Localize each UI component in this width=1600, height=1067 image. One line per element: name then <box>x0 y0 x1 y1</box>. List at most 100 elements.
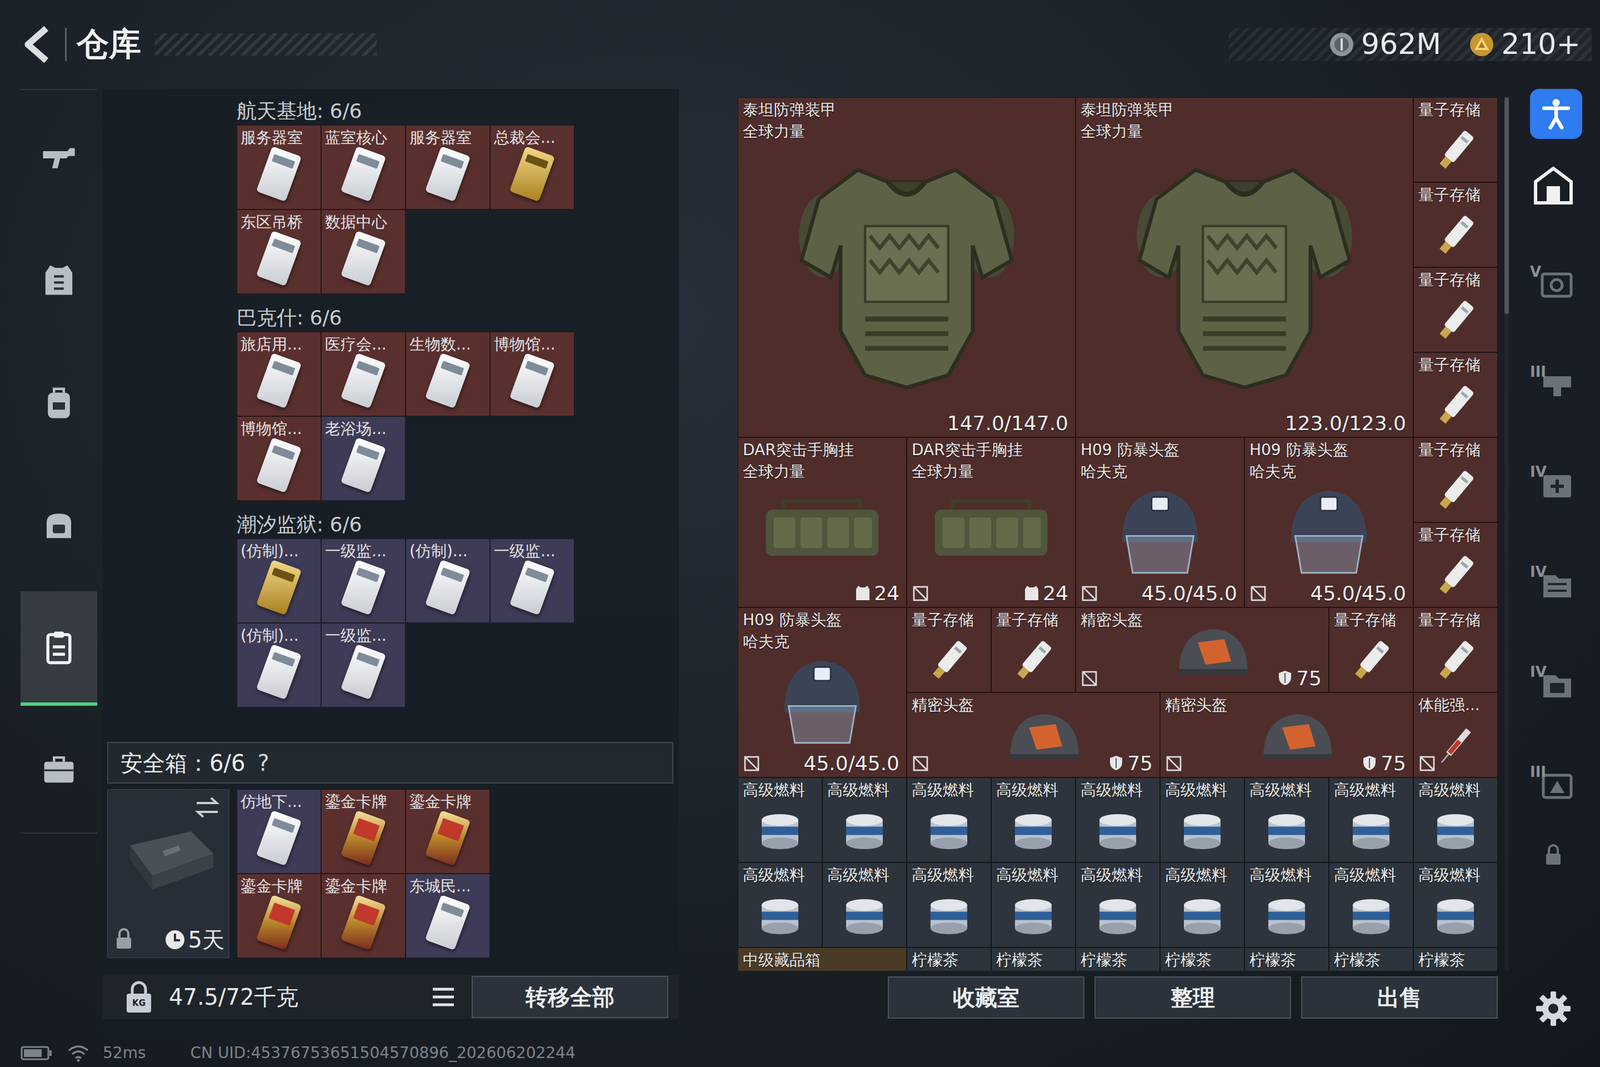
nav-item[interactable] <box>20 224 98 339</box>
stash-item[interactable]: 柠檬茶 <box>1413 947 1498 971</box>
stash-item[interactable]: 精密头盔75 <box>1160 692 1414 778</box>
stash-item[interactable]: 精密头盔75 <box>1075 607 1329 693</box>
sidebar-item[interactable]: III <box>1520 343 1587 427</box>
stash-item[interactable]: 体能强... <box>1413 692 1498 778</box>
key-card[interactable]: 鎏金卡牌 <box>321 873 406 958</box>
stash-item[interactable]: 量子存储 <box>1413 267 1498 353</box>
stash-item[interactable]: 柠檬茶 <box>991 947 1076 971</box>
scrollbar[interactable] <box>1504 97 1509 971</box>
stash-item[interactable]: 量子存储 <box>1413 352 1498 438</box>
stash-item[interactable]: 精密头盔75 <box>906 692 1160 778</box>
key-card[interactable]: 服务器室 <box>236 125 322 210</box>
stash-item[interactable]: 高级燃料 <box>1244 862 1329 948</box>
stash-item[interactable]: 高级燃料 <box>1244 777 1329 863</box>
key-card[interactable]: 东城民... <box>405 873 490 958</box>
key-card[interactable]: 总裁会... <box>490 125 575 210</box>
stash-item[interactable]: H09 防暴头盔哈夫克45.0/45.0 <box>1244 437 1414 608</box>
stash-item[interactable]: 高级燃料 <box>1075 862 1160 948</box>
nav-item[interactable] <box>20 713 98 828</box>
key-card[interactable]: 一级监... <box>321 538 406 623</box>
list-icon[interactable] <box>430 985 457 1008</box>
stash-item[interactable]: DAR突击手胸挂全球力量24 <box>906 437 1076 608</box>
accessibility-button[interactable] <box>1530 88 1583 139</box>
stash-item[interactable]: 高级燃料 <box>737 862 823 948</box>
stash-item[interactable]: 量子存储 <box>1413 437 1498 523</box>
key-card[interactable]: 一级监... <box>321 622 406 708</box>
stash-item[interactable]: 高级燃料 <box>1413 862 1498 948</box>
key-card[interactable]: (仿制)... <box>405 538 490 623</box>
key-card[interactable]: 仿地下... <box>236 788 322 874</box>
stash-item[interactable]: 高级燃料 <box>822 777 907 863</box>
key-card-list[interactable]: 航天基地: 6/6服务器室蓝室核心服务器室总裁会...东区吊桥数据中心巴克什: … <box>102 97 679 725</box>
stash-item[interactable]: 泰坦防弹装甲全球力量147.0/147.0 <box>737 97 1076 438</box>
stash-item[interactable]: 量子存储 <box>906 607 992 693</box>
key-card[interactable]: 医疗会... <box>321 331 406 417</box>
key-card[interactable]: 博物馆... <box>490 331 575 417</box>
stash-item[interactable]: 高级燃料 <box>1075 777 1160 863</box>
sidebar-item[interactable] <box>1520 143 1587 227</box>
item-name: 高级燃料 <box>1329 862 1413 885</box>
stash-item[interactable]: 柠檬茶 <box>1328 947 1414 971</box>
key-card[interactable]: 服务器室 <box>405 125 490 210</box>
sidebar-item[interactable]: IV <box>1520 543 1587 627</box>
stash-item[interactable]: 高级燃料 <box>1160 777 1245 863</box>
stash-item[interactable]: 量子存储 <box>1413 182 1498 268</box>
key-card[interactable]: 旅店用... <box>236 331 322 417</box>
stash-item[interactable]: 高级燃料 <box>991 862 1076 948</box>
stash-item[interactable]: 高级燃料 <box>737 777 823 863</box>
key-card[interactable]: 鎏金卡牌 <box>236 873 322 958</box>
key-card[interactable]: 东区吊桥 <box>236 209 322 294</box>
swap-icon[interactable] <box>193 795 222 820</box>
stash-item[interactable]: H09 防暴头盔哈夫克45.0/45.0 <box>1075 437 1245 608</box>
stash-item[interactable]: 泰坦防弹装甲全球力量123.0/123.0 <box>1075 97 1414 438</box>
stash-item[interactable]: 柠檬茶 <box>1244 947 1329 971</box>
sell-button[interactable]: 出售 <box>1301 976 1498 1019</box>
key-card[interactable]: (仿制)... <box>236 622 322 708</box>
stash-item[interactable]: 量子存储 <box>1413 607 1498 693</box>
sidebar-item[interactable]: III <box>1520 743 1587 827</box>
key-card[interactable]: 数据中心 <box>321 209 406 294</box>
sidebar-item[interactable]: V <box>1520 243 1587 327</box>
stash-item[interactable]: 柠檬茶 <box>1075 947 1160 971</box>
nav-item[interactable] <box>20 468 98 584</box>
key-card[interactable]: 博物馆... <box>236 416 322 501</box>
stash-item[interactable]: 高级燃料 <box>906 862 992 948</box>
nav-item[interactable] <box>20 591 98 706</box>
stash-item[interactable]: 高级燃料 <box>1328 777 1414 863</box>
help-button[interactable]: ? <box>257 746 269 780</box>
stash-item[interactable]: DAR突击手胸挂全球力量24 <box>737 437 907 608</box>
key-card[interactable]: 老浴场... <box>321 416 406 501</box>
sidebar-item[interactable]: IV <box>1520 643 1587 727</box>
stash-item[interactable]: 高级燃料 <box>1160 862 1245 948</box>
key-card[interactable]: 鎏金卡牌 <box>405 788 490 874</box>
key-card[interactable]: 鎏金卡牌 <box>321 788 406 874</box>
stash-scroll[interactable]: 泰坦防弹装甲全球力量147.0/147.0泰坦防弹装甲全球力量123.0/123… <box>737 97 1498 971</box>
nav-item[interactable] <box>20 346 98 462</box>
stash-item[interactable]: 高级燃料 <box>822 862 907 948</box>
stash-item[interactable]: 柠檬茶 <box>1160 947 1245 971</box>
back-arrow-icon[interactable] <box>20 24 53 65</box>
collection-button[interactable]: 收藏室 <box>887 976 1085 1019</box>
stash-item[interactable]: 量子存储 <box>1328 607 1414 693</box>
stash-item[interactable]: 高级燃料 <box>906 777 992 863</box>
key-card[interactable]: 蓝室核心 <box>321 125 406 210</box>
scroll-thumb[interactable] <box>1504 97 1509 314</box>
stash-item[interactable]: H09 防暴头盔哈夫克45.0/45.0 <box>737 607 907 778</box>
key-card[interactable]: 一级监... <box>490 538 575 623</box>
safe-case[interactable]: 5天 <box>107 788 230 958</box>
stash-item[interactable]: 高级燃料 <box>1328 862 1414 948</box>
stash-item[interactable]: 量子存储 <box>991 607 1076 693</box>
sidebar-item[interactable]: IV <box>1520 443 1587 527</box>
transfer-all-button[interactable]: 转移全部 <box>471 975 669 1018</box>
key-card[interactable]: (仿制)... <box>236 538 322 623</box>
gear-icon[interactable] <box>1533 988 1573 1028</box>
nav-item[interactable] <box>20 102 98 217</box>
stash-item[interactable]: 柠檬茶 <box>906 947 992 971</box>
sort-button[interactable]: 整理 <box>1094 976 1292 1019</box>
key-card[interactable]: 生物数... <box>405 331 490 417</box>
stash-item[interactable]: 高级燃料 <box>1413 777 1498 863</box>
stash-item[interactable]: 量子存储 <box>1413 97 1498 183</box>
stash-item[interactable]: 中级藏品箱 <box>737 947 907 971</box>
stash-item[interactable]: 量子存储 <box>1413 522 1498 608</box>
stash-item[interactable]: 高级燃料 <box>991 777 1076 863</box>
